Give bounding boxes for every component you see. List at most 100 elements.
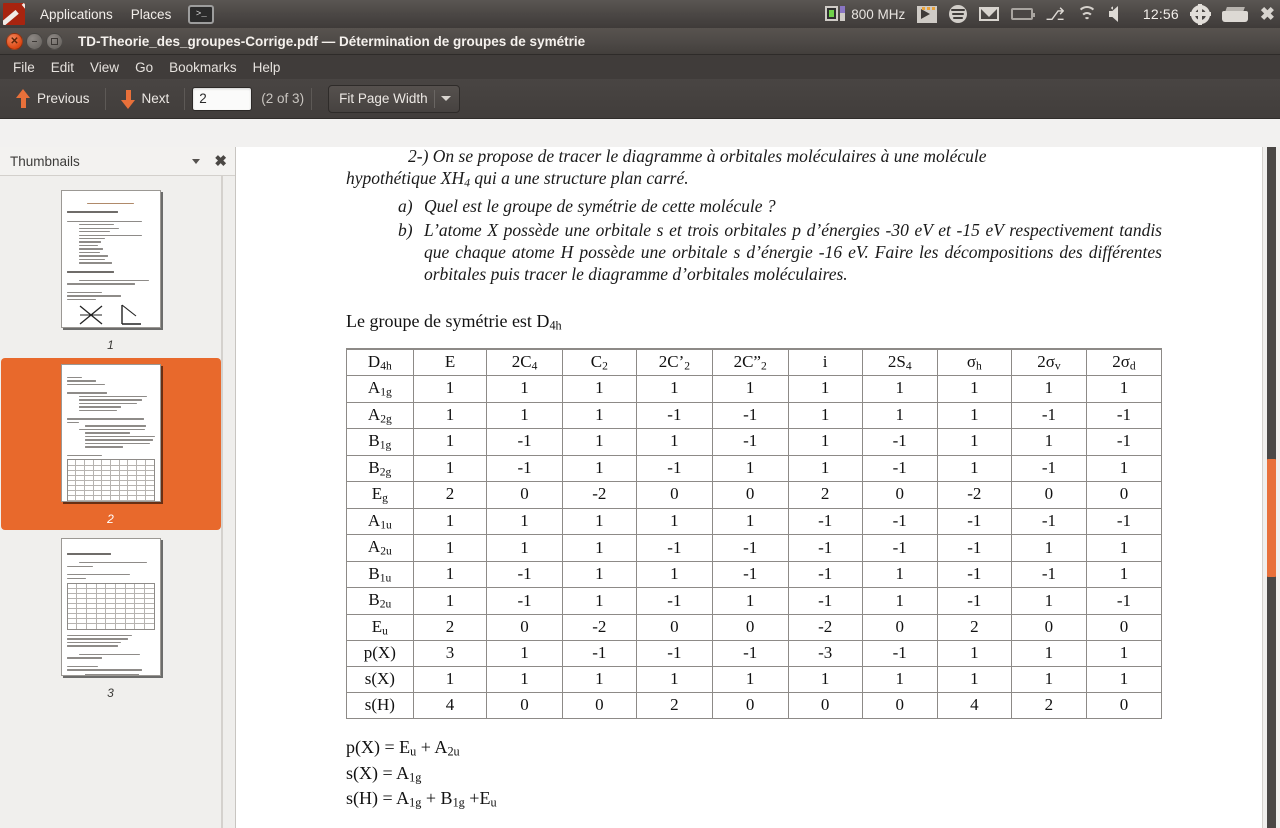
table-cell: -1 <box>787 587 863 615</box>
table-cell: 1 <box>636 666 713 694</box>
doc-list-item-b: b) L’atome X possède une orbitale s et t… <box>398 219 1162 285</box>
table-cell: 1 <box>412 560 488 589</box>
table-cell: 1 <box>1010 640 1087 668</box>
menu-view[interactable]: View <box>82 58 127 77</box>
doc-paragraph-intro: 2-) On se propose de tracer le diagramme… <box>346 147 1162 191</box>
page-number-input[interactable] <box>192 86 253 111</box>
table-cell: -2 <box>936 481 1012 509</box>
table-cell: -1 <box>861 640 938 668</box>
next-page-button[interactable]: Next <box>113 85 178 113</box>
table-cell: -1 <box>936 560 1012 589</box>
sidebar-scrollbar[interactable] <box>222 176 235 828</box>
table-cell: 1 <box>1010 666 1087 694</box>
table-cell: 1 <box>1085 534 1163 562</box>
table-header-row: D4h E 2C4 C2 2C’2 2C”2 i 2S4 σh 2σv 2σd <box>346 347 1163 377</box>
places-menu[interactable]: Places <box>122 4 181 25</box>
table-cell: 1 <box>787 428 863 456</box>
page-view-scrollbar[interactable] <box>1262 147 1280 828</box>
table-cell: 1 <box>787 375 863 403</box>
mail-icon[interactable] <box>979 7 1000 21</box>
table-cell: -1 <box>1010 454 1087 483</box>
doc-equation-line: s(H) = A1g + B1g +Eu <box>346 787 497 810</box>
table-cell: -1 <box>1085 428 1163 456</box>
menubar: File Edit View Go Bookmarks Help <box>0 55 1280 79</box>
ubuntu-logo-icon[interactable] <box>3 3 25 25</box>
window-maximize-button[interactable] <box>46 32 63 50</box>
table-cell: 1 <box>787 666 863 694</box>
chevron-down-icon[interactable] <box>192 158 201 164</box>
table-cell: 2 <box>787 481 863 509</box>
video-icon[interactable] <box>917 5 938 23</box>
scrollbar-thumb[interactable] <box>1267 459 1276 577</box>
table-cell: 0 <box>711 692 789 720</box>
table-row: Eu 2 0 -2 0 0 -2 0 2 0 0 <box>346 613 1163 642</box>
table-cell: 0 <box>1085 481 1163 509</box>
keyboard-icon[interactable] <box>1221 6 1248 22</box>
zoom-level-select[interactable]: Fit Page Width <box>328 84 460 113</box>
doc-intro-line2-rest: qui a une structure plan carré. <box>470 168 689 189</box>
table-cell: 3 <box>412 640 488 668</box>
table-cell: 0 <box>561 692 638 720</box>
thumbnail-item-2[interactable]: 2 <box>0 358 221 530</box>
table-column-header: 2S4 <box>861 347 938 377</box>
table-cell: 1 <box>561 401 638 430</box>
table-cell: 1 <box>412 454 488 483</box>
list-marker-b: b) <box>398 219 413 240</box>
table-row-label: s(H) <box>346 692 414 720</box>
cpu-frequency-indicator[interactable]: 800 MHz <box>825 5 905 23</box>
table-cell: -1 <box>711 534 789 562</box>
table-column-header: D4h <box>346 347 414 377</box>
zoom-level-label: Fit Page Width <box>339 91 428 106</box>
document-page-view[interactable]: 2-) On se propose de tracer le diagramme… <box>236 147 1280 828</box>
table-cell: 1 <box>412 507 488 536</box>
thumbnail-item-1[interactable]: 1 <box>1 184 221 356</box>
toolbar-separator <box>184 87 186 110</box>
menu-bookmarks[interactable]: Bookmarks <box>161 58 245 77</box>
table-row-label: A2u <box>346 534 414 562</box>
table-cell: -2 <box>561 481 638 509</box>
bluetooth-icon[interactable]: ⎇ <box>1045 6 1065 23</box>
toolbar-separator <box>311 87 313 110</box>
table-cell: 1 <box>787 401 863 430</box>
table-cell: -1 <box>787 507 863 536</box>
terminal-icon[interactable]: >_ <box>188 4 215 24</box>
close-icon[interactable]: ✖ <box>1260 5 1275 23</box>
table-cell: -1 <box>486 454 563 483</box>
previous-page-button[interactable]: Previous <box>8 85 98 113</box>
menu-go[interactable]: Go <box>127 58 161 77</box>
table-cell: 1 <box>1010 428 1087 456</box>
table-cell: 1 <box>561 375 638 403</box>
clock[interactable]: 12:56 <box>1143 6 1179 22</box>
table-cell: 1 <box>636 375 713 403</box>
close-icon[interactable]: ✖ <box>214 154 227 169</box>
menu-edit[interactable]: Edit <box>43 58 82 77</box>
table-cell: 1 <box>711 587 789 615</box>
menu-file[interactable]: File <box>5 58 43 77</box>
table-cell: 1 <box>936 375 1012 403</box>
battery-icon[interactable] <box>1011 8 1036 20</box>
applications-menu[interactable]: Applications <box>31 4 122 25</box>
spotify-icon[interactable] <box>949 5 968 23</box>
sidebar-header: Thumbnails ✖ <box>0 147 235 176</box>
window-minimize-button[interactable]: – <box>26 32 43 50</box>
table-cell: 0 <box>1010 613 1087 642</box>
window-close-button[interactable]: ✕ <box>6 32 23 50</box>
table-row: B2u 1 -1 1 -1 1 -1 1 -1 1 -1 <box>346 587 1163 615</box>
table-cell: 1 <box>1085 640 1163 668</box>
volume-icon[interactable] <box>1108 6 1131 22</box>
table-cell: 1 <box>861 666 938 694</box>
thumbnail-list[interactable]: 1 2 3 <box>0 176 222 828</box>
table-cell: 1 <box>412 587 488 615</box>
wifi-icon[interactable] <box>1076 5 1097 22</box>
thumbnail-item-3[interactable]: 3 <box>1 532 221 704</box>
table-cell: -1 <box>711 560 789 589</box>
table-cell: -1 <box>1010 507 1087 536</box>
table-cell: -2 <box>561 613 638 642</box>
menu-help[interactable]: Help <box>245 58 289 77</box>
next-page-label: Next <box>141 91 170 106</box>
table-cell: 1 <box>486 666 563 694</box>
table-cell: 0 <box>636 481 713 509</box>
table-row: Eg 2 0 -2 0 0 2 0 -2 0 0 <box>346 481 1163 509</box>
gear-icon[interactable] <box>1189 3 1211 25</box>
table-cell: 4 <box>412 692 488 720</box>
